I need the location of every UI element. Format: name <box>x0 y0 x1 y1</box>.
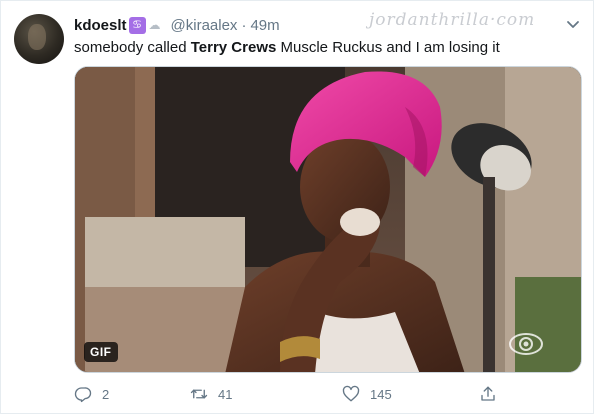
tweet-card[interactable]: kdoeslt ♋ ☁ @kiraalex · 49m jordanthrill… <box>0 0 594 414</box>
avatar[interactable] <box>14 14 64 64</box>
gif-badge: GIF <box>84 342 118 362</box>
reply-icon <box>74 387 92 403</box>
watermark: jordanthrilla·com <box>369 10 536 30</box>
cbs-eye-logo <box>509 333 543 355</box>
reply-button[interactable]: 2 <box>74 383 109 405</box>
share-icon <box>481 386 495 401</box>
tweet-header: kdoeslt ♋ ☁ @kiraalex · 49m <box>74 15 280 35</box>
display-name[interactable]: kdoeslt <box>74 17 127 34</box>
chevron-down-icon[interactable] <box>561 14 585 34</box>
timestamp[interactable]: 49m <box>250 17 279 34</box>
tweet-text-before: somebody called <box>74 39 191 56</box>
retweet-icon <box>190 389 208 399</box>
share-button[interactable] <box>479 383 497 405</box>
like-button[interactable]: 145 <box>342 383 392 405</box>
tweet-text-after: Muscle Ruckus and I am losing it <box>276 39 500 56</box>
tweet-text: somebody called Terry Crews Muscle Rucku… <box>74 39 500 56</box>
like-count: 145 <box>370 386 392 402</box>
tweet-text-bold: Terry Crews <box>190 39 277 56</box>
user-handle[interactable]: @kiraalex <box>171 17 238 34</box>
retweet-button[interactable]: 41 <box>190 383 232 405</box>
cloud-emoji-icon: ☁ <box>148 18 161 32</box>
cancer-emoji-icon: ♋ <box>128 16 146 34</box>
tweet-actions: 2 41 145 <box>74 383 514 405</box>
separator-dot: · <box>241 16 247 34</box>
gif-frame-image <box>75 67 581 372</box>
reply-count: 2 <box>102 386 110 402</box>
retweet-count: 41 <box>218 386 233 402</box>
heart-icon <box>342 385 360 402</box>
gif-media[interactable]: GIF <box>74 66 582 373</box>
